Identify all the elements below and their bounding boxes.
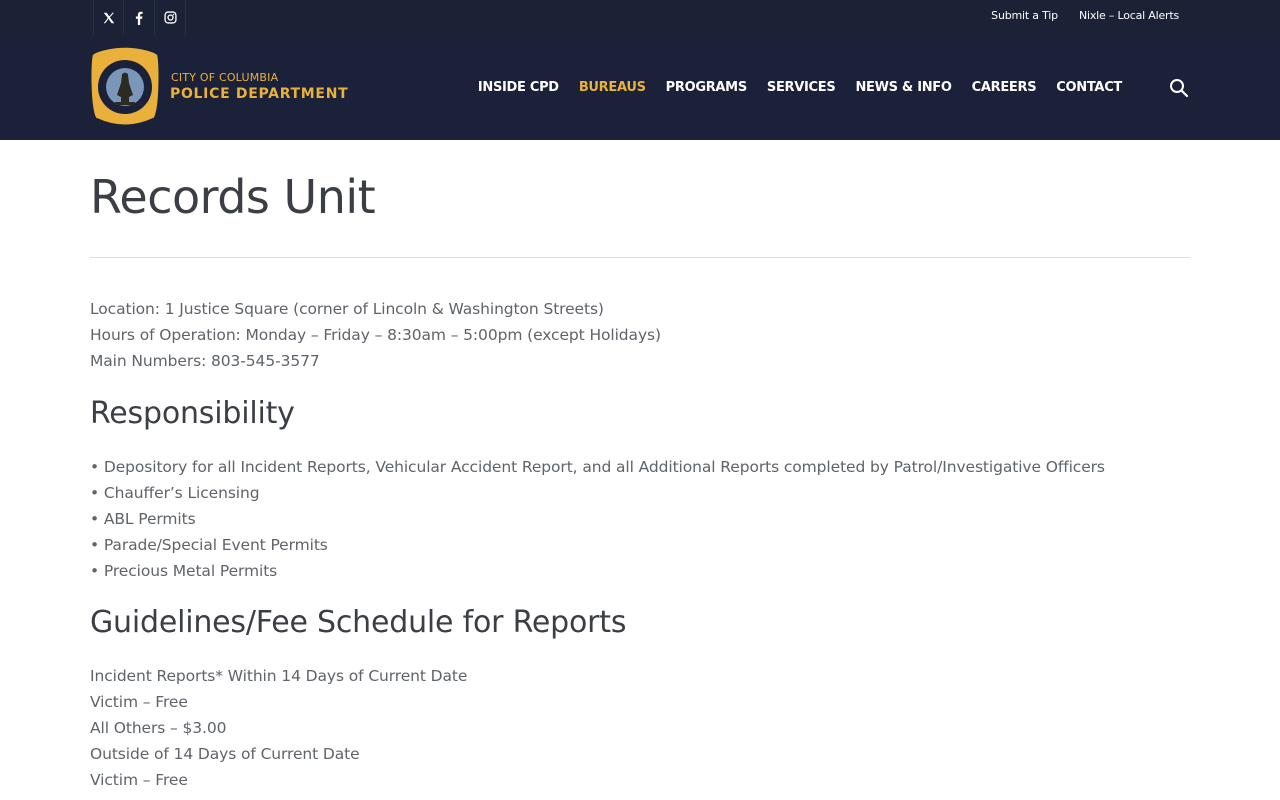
main-navigation: INSIDE CPD BUREAUS PROGRAMS SERVICES NEW… (478, 35, 1122, 140)
nav-careers[interactable]: CAREERS (972, 80, 1037, 95)
responsibility-item: • Chauffer’s Licensing (90, 484, 260, 502)
guideline-line: Victim – Free (90, 693, 188, 711)
search-icon[interactable] (1169, 78, 1189, 98)
guideline-line: Victim – Free (90, 771, 188, 789)
location-text: Location: 1 Justice Square (corner of Li… (90, 300, 604, 318)
title-divider (90, 257, 1190, 258)
top-utility-bar: Submit a Tip Nixle – Local Alerts (0, 0, 1280, 35)
responsibility-item: • ABL Permits (90, 510, 196, 528)
nixle-alerts-link[interactable]: Nixle – Local Alerts (1079, 9, 1179, 22)
responsibility-item: • Parade/Special Event Permits (90, 536, 328, 554)
responsibility-item: • Depository for all Incident Reports, V… (90, 458, 1105, 476)
page-title: Records Unit (90, 170, 376, 224)
social-links (93, 0, 186, 35)
guideline-line: Outside of 14 Days of Current Date (90, 745, 360, 763)
nav-news-info[interactable]: NEWS & INFO (855, 80, 952, 95)
nav-programs[interactable]: PROGRAMS (666, 80, 748, 95)
submit-tip-link[interactable]: Submit a Tip (991, 9, 1058, 22)
brand-city-name: CITY OF COLUMBIA (171, 71, 279, 84)
guideline-line: All Others – $3.00 (90, 719, 227, 737)
nav-contact[interactable]: CONTACT (1056, 80, 1122, 95)
nav-bureaus[interactable]: BUREAUS (579, 80, 646, 95)
responsibility-heading: Responsibility (90, 396, 295, 431)
facebook-icon[interactable] (124, 0, 155, 35)
responsibility-item: • Precious Metal Permits (90, 562, 278, 580)
brand-department-name[interactable]: POLICE DEPARTMENT (170, 86, 348, 102)
phone-text: Main Numbers: 803-545-3577 (90, 352, 320, 370)
utility-links: Submit a Tip Nixle – Local Alerts (991, 0, 1179, 31)
nav-inside-cpd[interactable]: INSIDE CPD (478, 80, 559, 95)
x-twitter-icon[interactable] (93, 0, 124, 35)
site-header: CITY OF COLUMBIA POLICE DEPARTMENT INSID… (0, 35, 1280, 140)
nav-services[interactable]: SERVICES (767, 80, 836, 95)
police-seal-logo[interactable] (89, 45, 161, 131)
instagram-icon[interactable] (155, 0, 186, 35)
hours-text: Hours of Operation: Monday – Friday – 8:… (90, 326, 661, 344)
guidelines-heading: Guidelines/Fee Schedule for Reports (90, 605, 627, 640)
guideline-line: Incident Reports* Within 14 Days of Curr… (90, 667, 468, 685)
